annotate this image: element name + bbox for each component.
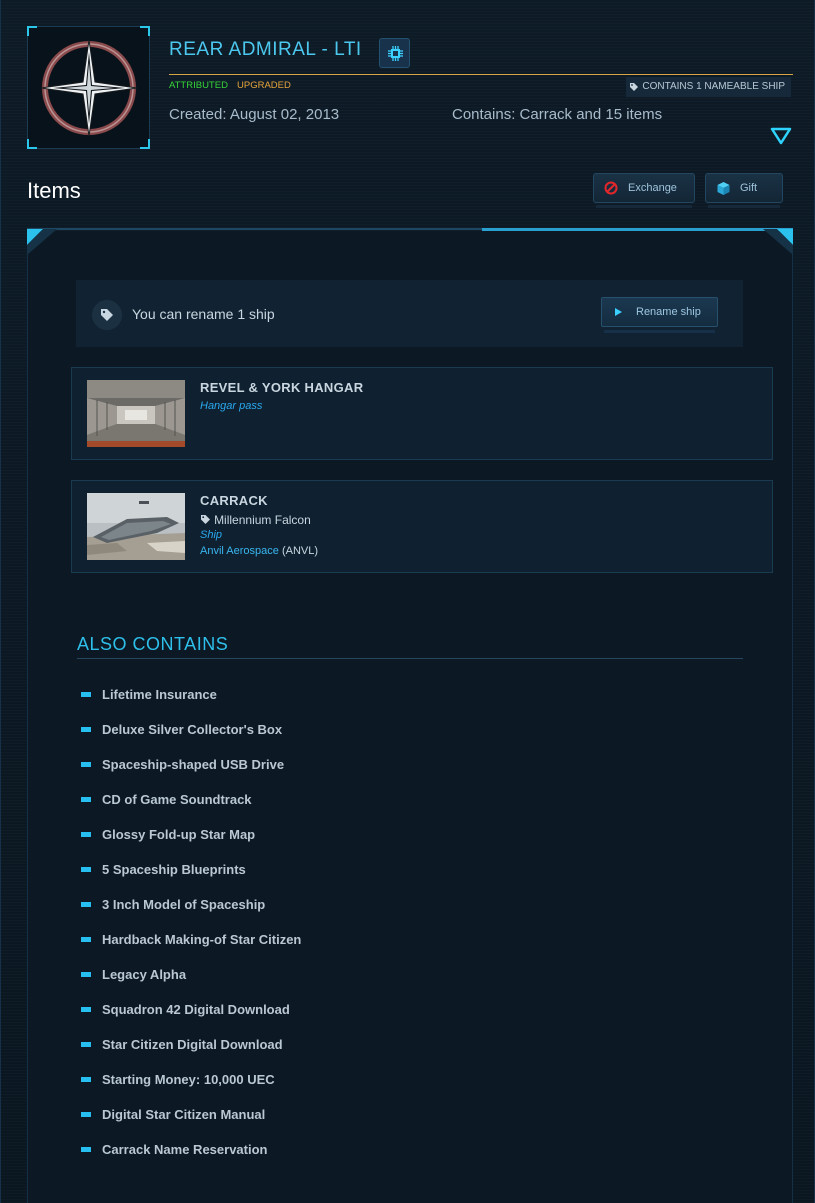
hangar-image xyxy=(87,380,185,447)
rename-notice: You can rename 1 ship Rename ship xyxy=(76,280,743,347)
no-entry-icon xyxy=(604,181,618,195)
contains-summary: Contains: Carrack and 15 items xyxy=(452,106,663,123)
ship-custom-name: Millennium Falcon xyxy=(200,513,311,527)
nameable-ship-badge-label: CONTAINS 1 NAMEABLE SHIP xyxy=(642,81,785,92)
status-divider xyxy=(169,74,793,75)
tag-icon xyxy=(630,83,639,91)
items-heading: Items xyxy=(27,178,81,203)
status-attributed: ATTRIBUTED xyxy=(169,80,228,91)
nameable-ship-badge: CONTAINS 1 NAMEABLE SHIP xyxy=(626,77,791,97)
gift-button-label: Gift xyxy=(740,182,758,194)
created-date: Created: August 02, 2013 xyxy=(169,106,340,123)
chip-button[interactable] xyxy=(379,38,410,68)
panel-corner-left xyxy=(27,229,57,255)
package-thumbnail xyxy=(27,26,150,149)
collapse-arrow-icon[interactable] xyxy=(770,127,792,145)
gift-cube-icon xyxy=(717,182,730,195)
ship-image xyxy=(87,493,185,560)
panel-corner-right xyxy=(763,229,793,255)
item-type: Ship xyxy=(200,529,223,541)
manufacturer-code: (ANVL) xyxy=(281,545,319,557)
chip-icon xyxy=(388,46,403,61)
rename-ship-button[interactable]: Rename ship xyxy=(601,297,718,333)
also-contains-heading: ALSO CONTAINS xyxy=(77,634,229,654)
item-card-ship[interactable]: CARRACK Millennium Falcon Ship Anvil Aer… xyxy=(71,480,773,573)
tag-icon xyxy=(101,309,113,321)
item-name: CARRACK xyxy=(200,493,268,508)
exchange-button[interactable]: Exchange xyxy=(593,173,695,208)
pledge-page: REAR ADMIRAL - LTI ATTRIBUTED UPGRADED C… xyxy=(0,0,815,1203)
rename-ship-button-label: Rename ship xyxy=(636,306,701,318)
rename-tag-badge xyxy=(92,300,122,330)
exchange-button-label: Exchange xyxy=(628,182,677,194)
panel-top-highlight xyxy=(482,228,793,231)
tag-icon xyxy=(201,515,210,524)
item-type: Hangar pass xyxy=(200,400,263,412)
item-name: REVEL & YORK HANGAR xyxy=(200,380,364,395)
play-icon xyxy=(615,308,622,316)
package-title: REAR ADMIRAL - LTI xyxy=(169,39,362,60)
ship-custom-name-text: Millennium Falcon xyxy=(214,513,311,527)
rename-message: You can rename 1 ship xyxy=(132,306,275,322)
gift-button[interactable]: Gift xyxy=(705,173,783,208)
manufacturer-line: Anvil Aerospace (ANVL) xyxy=(200,545,318,557)
also-contains-divider xyxy=(77,658,743,659)
status-upgraded: UPGRADED xyxy=(237,80,291,91)
item-card-hangar[interactable]: REVEL & YORK HANGAR Hangar pass xyxy=(71,367,773,460)
manufacturer-link[interactable]: Anvil Aerospace xyxy=(200,545,279,557)
star-emblem-icon xyxy=(40,39,138,137)
